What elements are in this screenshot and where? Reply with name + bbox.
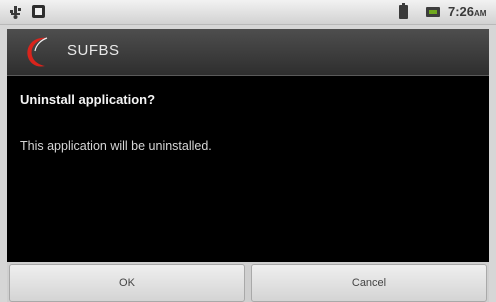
app-name: SUFBS [67, 42, 120, 59]
device-screen: 7:26AM SUFBS Uninstall application? This… [0, 0, 496, 302]
status-bar: 7:26AM [0, 0, 496, 25]
clock: 7:26AM [448, 4, 486, 19]
dialog-header: SUFBS [7, 29, 489, 76]
ok-button[interactable]: OK [9, 264, 245, 302]
clock-time: 7:26 [448, 4, 475, 19]
dialog-button-bar: OK Cancel [7, 262, 489, 302]
signal-icon [426, 7, 440, 17]
usb-icon [9, 5, 22, 19]
cancel-button[interactable]: Cancel [251, 264, 487, 302]
sd-card-icon [32, 5, 45, 18]
dialog-title: Uninstall application? [20, 92, 156, 107]
uninstall-dialog: SUFBS Uninstall application? This applic… [7, 29, 489, 302]
dialog-message: This application will be uninstalled. [20, 139, 212, 153]
battery-icon [399, 3, 408, 19]
app-logo-icon [21, 33, 59, 71]
clock-ampm: AM [474, 9, 487, 18]
